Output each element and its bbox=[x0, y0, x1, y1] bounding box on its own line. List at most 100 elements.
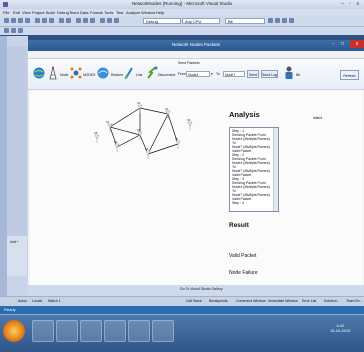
menu-window[interactable]: Window bbox=[141, 10, 155, 15]
link-icon[interactable] bbox=[124, 66, 134, 80]
svg-text:N1: N1 bbox=[106, 120, 110, 124]
step-over-icon[interactable] bbox=[107, 18, 112, 23]
step-out-icon[interactable] bbox=[114, 18, 119, 23]
svg-text:N8: N8 bbox=[94, 131, 98, 135]
refresh-button[interactable]: Refresh bbox=[340, 70, 359, 80]
tab-immediate-window[interactable]: Immediate Window bbox=[268, 299, 298, 303]
disconnect-icon[interactable] bbox=[146, 66, 158, 80]
menu-test[interactable]: Test bbox=[116, 10, 123, 15]
save-all-icon[interactable] bbox=[25, 18, 30, 23]
tab-breakpoints[interactable]: Breakpoints bbox=[209, 299, 227, 303]
menu-view[interactable]: View bbox=[22, 10, 31, 15]
link-edge bbox=[109, 107, 141, 128]
nodes-network-icon[interactable] bbox=[70, 67, 82, 79]
menu-project[interactable]: Project bbox=[32, 10, 44, 15]
start-button-icon[interactable] bbox=[3, 320, 25, 342]
solution-config-dropdown[interactable]: Debug bbox=[143, 18, 181, 24]
redo-icon[interactable] bbox=[66, 18, 71, 23]
pause-icon[interactable] bbox=[83, 18, 88, 23]
node-tool-label: Node bbox=[60, 73, 69, 77]
from-node-select[interactable]: Node4 bbox=[186, 71, 210, 77]
from-chevron-down-icon[interactable]: ▾ bbox=[211, 72, 213, 76]
align-left-icon[interactable] bbox=[4, 28, 9, 33]
cut-icon[interactable] bbox=[35, 18, 40, 23]
menu-tools[interactable]: Tools bbox=[104, 10, 113, 15]
network-node[interactable]: N4 bbox=[114, 140, 120, 152]
node-tower-icon[interactable] bbox=[48, 66, 58, 80]
taskbar-app-icon[interactable] bbox=[152, 320, 174, 342]
tab-error-list[interactable]: Error List bbox=[302, 299, 316, 303]
network-node[interactable]: N2 bbox=[137, 101, 143, 113]
minimize-button[interactable]: - bbox=[332, 41, 334, 47]
bit-person-icon[interactable] bbox=[284, 66, 294, 79]
label1-text: label1 bbox=[313, 116, 323, 120]
vs-window-controls[interactable]: – ▫ x bbox=[341, 1, 361, 7]
menu-file[interactable]: File bbox=[3, 10, 9, 15]
tab-autos[interactable]: Autos bbox=[18, 299, 27, 303]
tray-date: 16-10-2015 bbox=[330, 328, 351, 333]
align-center-icon[interactable] bbox=[11, 28, 16, 33]
copy-icon[interactable] bbox=[42, 18, 47, 23]
menu-edit[interactable]: Edit bbox=[13, 10, 20, 15]
tab-call-stack[interactable]: Call Stack bbox=[186, 299, 202, 303]
menu-help[interactable]: Help bbox=[156, 10, 164, 15]
tab-team-explorer[interactable]: Team Ex... bbox=[346, 299, 363, 303]
toolbox-strip[interactable] bbox=[0, 36, 7, 332]
globe-icon[interactable] bbox=[33, 67, 45, 79]
maximize-button[interactable]: □ bbox=[341, 41, 344, 47]
link-edge bbox=[116, 134, 141, 148]
align-right-icon[interactable] bbox=[18, 28, 23, 33]
app-window-title: Network Nodes Packets bbox=[171, 42, 221, 47]
tab-locals[interactable]: Locals bbox=[32, 299, 42, 303]
menu-debug[interactable]: Debug bbox=[57, 10, 69, 15]
network-node[interactable]: N8 bbox=[94, 131, 100, 143]
vs-layout-toolbar bbox=[0, 27, 364, 35]
log-line: Sending Packet From Node4 (Multiple/Towe… bbox=[232, 157, 270, 169]
network-node[interactable]: N9 bbox=[187, 118, 193, 130]
network-node[interactable]: N6 bbox=[145, 147, 151, 159]
vs-gallery-link[interactable]: Go To Visual Studio Gallery bbox=[180, 287, 223, 291]
send-log-button[interactable]: Send Log bbox=[261, 70, 278, 78]
network-node[interactable]: N7 bbox=[175, 137, 181, 149]
solution-explorer-icon[interactable] bbox=[275, 18, 280, 23]
menu-data[interactable]: Data bbox=[80, 10, 88, 15]
disconnect-tool-label: Disconnect bbox=[158, 73, 176, 77]
find-icon[interactable] bbox=[268, 18, 273, 23]
send-button[interactable]: Send bbox=[247, 70, 259, 78]
properties-icon[interactable] bbox=[282, 18, 287, 23]
save-icon[interactable] bbox=[18, 18, 23, 23]
taskbar-app-icon[interactable] bbox=[32, 320, 54, 342]
node-failure-text: Node Failure bbox=[229, 270, 258, 276]
svg-text:N3: N3 bbox=[165, 107, 169, 111]
taskbar-app-icon[interactable] bbox=[80, 320, 102, 342]
open-icon[interactable] bbox=[11, 18, 16, 23]
new-project-icon[interactable] bbox=[4, 18, 9, 23]
stop-icon[interactable] bbox=[90, 18, 95, 23]
tab-command-window[interactable]: Command Window bbox=[236, 299, 266, 303]
tab-watch[interactable]: Watch 1 bbox=[48, 299, 61, 303]
analysis-log-box[interactable]: Step : 1 Sending Packet From Node4 (Multi… bbox=[229, 127, 279, 212]
taskbar-app-icon[interactable] bbox=[104, 320, 126, 342]
undo-icon[interactable] bbox=[59, 18, 64, 23]
menu-build[interactable]: Build bbox=[46, 10, 55, 15]
step-into-icon[interactable] bbox=[100, 18, 105, 23]
taskbar-app-icon[interactable] bbox=[128, 320, 150, 342]
menu-team[interactable]: Team bbox=[69, 10, 79, 15]
menu-format[interactable]: Format bbox=[90, 10, 103, 15]
toolbox-icon[interactable] bbox=[289, 18, 294, 23]
paste-icon[interactable] bbox=[49, 18, 54, 23]
bit-label: Bit bbox=[296, 73, 301, 77]
close-button[interactable]: x bbox=[350, 40, 364, 48]
taskbar-app-icon[interactable] bbox=[56, 320, 78, 342]
start-debug-icon[interactable] bbox=[76, 18, 81, 23]
nodes-tool-label: NODES bbox=[83, 73, 96, 77]
solution-platform-dropdown[interactable]: Any CPU bbox=[182, 18, 220, 24]
menu-analyze[interactable]: Analyze bbox=[126, 10, 140, 15]
find-dropdown[interactable]: Bit bbox=[225, 18, 265, 24]
tray-clock[interactable]: 4:42 16-10-2015 bbox=[330, 323, 350, 333]
tab-solution-explorer[interactable]: Solution... bbox=[324, 299, 340, 303]
to-node-select[interactable]: Node7 bbox=[223, 71, 245, 77]
analysis-log-lines: Step : 1 Sending Packet From Node4 (Multi… bbox=[230, 128, 278, 205]
restore-globe-icon[interactable] bbox=[96, 67, 110, 79]
log-scrollbar[interactable] bbox=[273, 128, 278, 211]
